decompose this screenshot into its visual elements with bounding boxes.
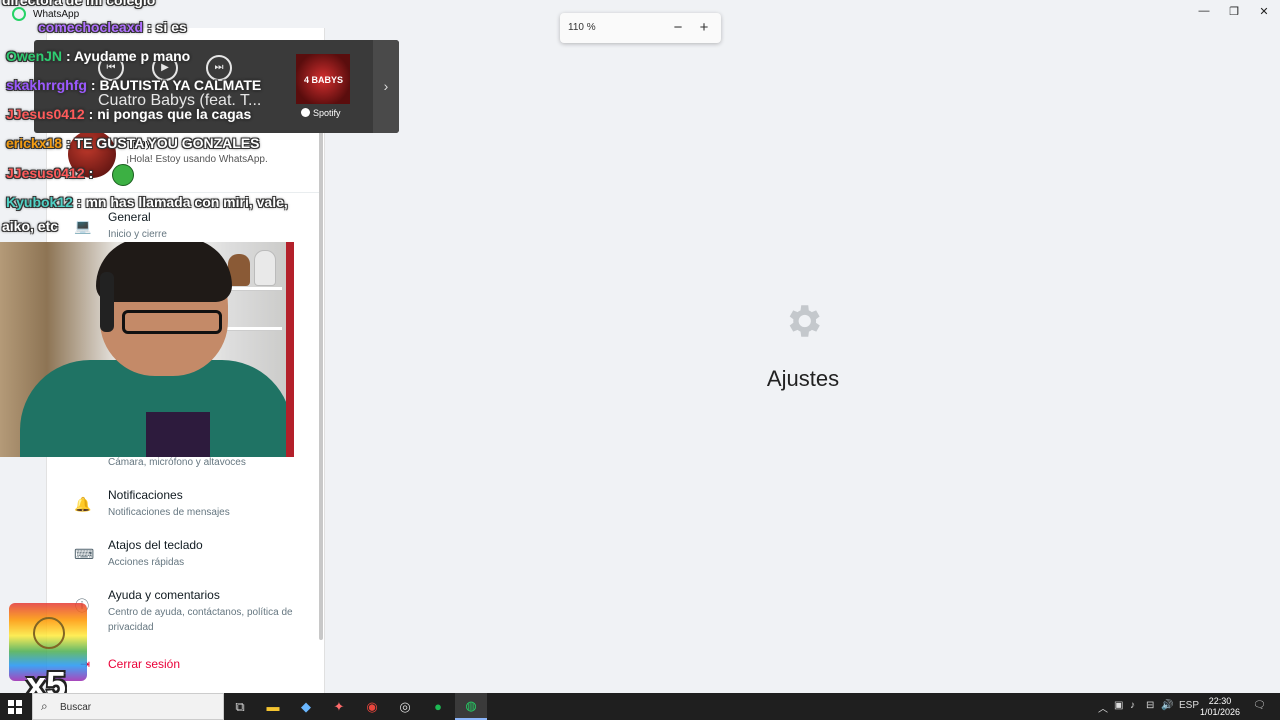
chat-message: skakhrrghfg: BAUTISTA YA CALMATE bbox=[6, 77, 261, 93]
settings-item-title: Notificaciones bbox=[108, 488, 183, 502]
keyboard-icon: ⌨ bbox=[74, 546, 95, 562]
notifications-icon[interactable]: 🗨 bbox=[1253, 700, 1266, 711]
chat-message: JJesus0412: ni pongas que la cagas bbox=[6, 106, 251, 122]
chat-username: comechocleaxd bbox=[38, 19, 144, 35]
chat-message: JJesus0412: bbox=[6, 165, 93, 181]
task-view-icon[interactable]: ⧉ bbox=[224, 693, 256, 720]
clock-time: 22:30 bbox=[1208, 696, 1232, 706]
chat-message: comechocleaxd: si es bbox=[38, 19, 187, 35]
chat-message: erickx18: TE GUSTA YOU GONZALES bbox=[6, 135, 259, 151]
chat-text: : ni pongas que la cagas bbox=[88, 106, 252, 122]
app-icon[interactable]: ✦ bbox=[323, 693, 355, 720]
chat-username: JJesus0412 bbox=[6, 165, 85, 181]
chrome-icon[interactable]: ◉ bbox=[356, 693, 388, 720]
chat-text: aiko, etc bbox=[2, 218, 59, 234]
tray-app-icon[interactable]: ▣ bbox=[1114, 700, 1123, 711]
settings-item-title: General bbox=[108, 210, 151, 224]
chat-username: OwenJN bbox=[6, 48, 63, 64]
chat-message: aiko, etc bbox=[2, 218, 58, 234]
language-indicator[interactable]: ESP bbox=[1179, 700, 1199, 711]
store-icon[interactable]: ◆ bbox=[290, 693, 322, 720]
taskbar: ⌕ Buscar ⧉ ▬ ◆ ✦ ◉ ◎ ● ◍ ︿ ▣ ♪ ⊟ 🔊 ESP 2… bbox=[0, 693, 1280, 720]
whatsapp-icon[interactable]: ◍ bbox=[455, 693, 487, 720]
spotify-logo: Spotify bbox=[301, 108, 341, 118]
obs-icon[interactable]: ◎ bbox=[389, 693, 421, 720]
bell-icon: 🔔 bbox=[74, 496, 92, 512]
zoom-in-button[interactable]: + bbox=[693, 18, 715, 38]
chat-text: directora de mi colegio bbox=[2, 0, 156, 8]
chat-text: : mn has llamada con miri, vale, bbox=[76, 194, 288, 210]
zoom-level: 110 % bbox=[568, 22, 596, 33]
chat-username: erickx18 bbox=[6, 135, 63, 151]
red-curtain bbox=[286, 242, 294, 457]
maximize-button[interactable]: ❐ bbox=[1218, 2, 1250, 20]
chat-message: directora de mi colegio bbox=[2, 0, 155, 8]
minimize-button[interactable]: — bbox=[1188, 2, 1220, 20]
windows-start-icon[interactable] bbox=[8, 700, 22, 714]
network-icon[interactable]: ⊟ bbox=[1146, 700, 1154, 711]
chat-username: skakhrrghfg bbox=[6, 77, 87, 93]
smiley-face-icon bbox=[33, 617, 65, 649]
expand-widget-button[interactable]: › bbox=[373, 40, 399, 133]
spotify-icon[interactable]: ● bbox=[422, 693, 454, 720]
page-title: Ajustes bbox=[766, 366, 840, 391]
close-button[interactable]: ✕ bbox=[1248, 2, 1280, 20]
album-art-text: 4 BABYS bbox=[304, 75, 344, 85]
chat-message: OwenJN: Ayudame p mano bbox=[6, 48, 190, 64]
tray-chevron-icon[interactable]: ︿ bbox=[1098, 700, 1108, 715]
screen: WhatsApp — ❐ ✕ 110 % − + Tony ¡Hola! Est… bbox=[0, 0, 1280, 720]
chat-text: : bbox=[88, 165, 94, 181]
zoom-popup: 110 % − + bbox=[560, 13, 721, 43]
settings-item-subtitle: Cámara, micrófono y altavoces bbox=[108, 457, 246, 468]
settings-item-notifications[interactable]: 🔔 Notificaciones Notificaciones de mensa… bbox=[47, 488, 319, 534]
logout-button[interactable]: Cerrar sesión bbox=[108, 657, 180, 671]
search-placeholder: Buscar bbox=[60, 702, 92, 713]
glasses bbox=[122, 310, 222, 334]
settings-item-subtitle: Centro de ayuda, contáctanos, política d… bbox=[108, 607, 293, 633]
clock-date: 1/01/2026 bbox=[1200, 707, 1241, 717]
toy-figure bbox=[254, 250, 276, 286]
shirt-print bbox=[146, 412, 210, 457]
headphones bbox=[100, 272, 114, 332]
taskbar-search[interactable]: ⌕ Buscar bbox=[32, 693, 224, 720]
settings-scrollbar[interactable] bbox=[319, 60, 323, 640]
gear-icon bbox=[789, 305, 820, 337]
emote-icon bbox=[112, 164, 134, 186]
chat-text: : Ayudame p mano bbox=[66, 48, 191, 64]
settings-item-title: Ayuda y comentarios bbox=[108, 588, 220, 602]
settings-item-subtitle: Notificaciones de mensajes bbox=[108, 507, 230, 518]
chat-text: : BAUTISTA YA CALMATE bbox=[90, 77, 262, 93]
file-explorer-icon[interactable]: ▬ bbox=[257, 693, 289, 720]
settings-item-title: Atajos del teclado bbox=[108, 538, 203, 552]
settings-item-help[interactable]: ⓘ Ayuda y comentarios Centro de ayuda, c… bbox=[47, 588, 319, 638]
chat-username: JJesus0412 bbox=[6, 106, 85, 122]
profile-status: ¡Hola! Estoy usando WhatsApp. bbox=[126, 154, 268, 165]
volume-icon[interactable]: 🔊 bbox=[1161, 700, 1173, 711]
divider bbox=[67, 192, 319, 193]
laptop-icon: 💻 bbox=[74, 218, 92, 234]
settings-item-shortcuts[interactable]: ⌨ Atajos del teclado Acciones rápidas bbox=[47, 538, 319, 584]
chat-text: : TE GUSTA YOU GONZALES bbox=[66, 135, 260, 151]
settings-item-subtitle: Acciones rápidas bbox=[108, 557, 185, 568]
chat-message: Kyubok12: mn has llamada con miri, vale, bbox=[6, 194, 288, 210]
settings-item-subtitle: Inicio y cierre bbox=[108, 229, 167, 240]
clock[interactable]: 22:30 1/01/2026 bbox=[1200, 696, 1240, 718]
search-icon: ⌕ bbox=[41, 699, 48, 713]
microphone-icon[interactable]: ♪ bbox=[1130, 700, 1135, 711]
chat-username: Kyubok12 bbox=[6, 194, 73, 210]
person-hair bbox=[96, 242, 232, 302]
chat-text: : si es bbox=[147, 19, 187, 35]
webcam-overlay bbox=[0, 242, 294, 457]
whatsapp-logo-icon bbox=[12, 7, 26, 21]
zoom-out-button[interactable]: − bbox=[667, 18, 689, 38]
